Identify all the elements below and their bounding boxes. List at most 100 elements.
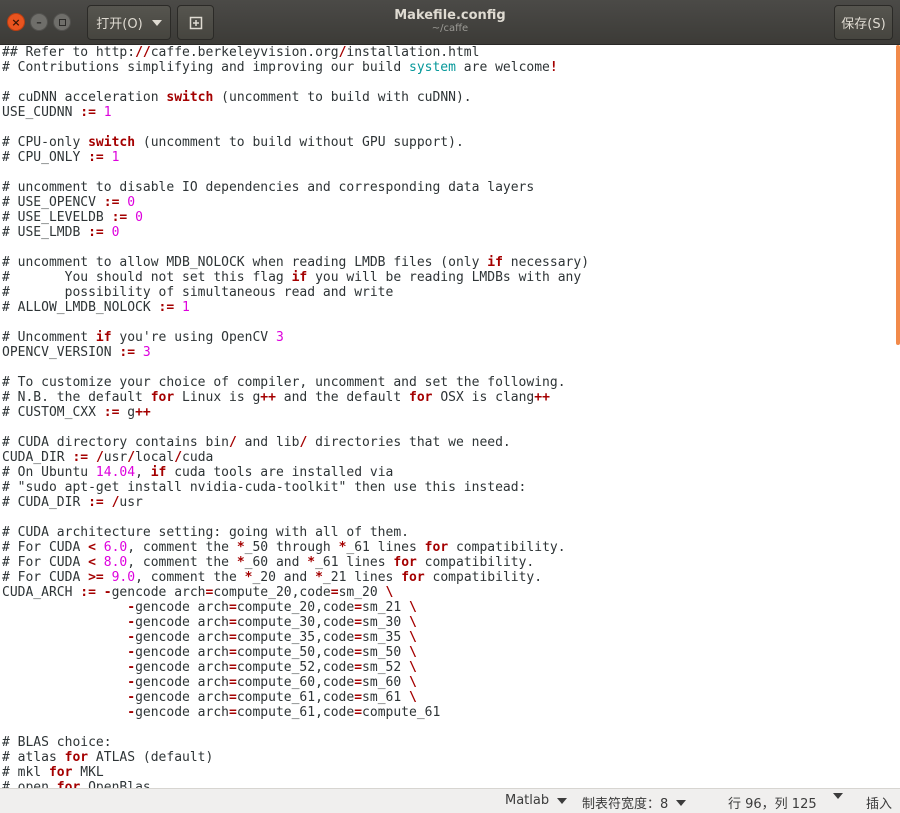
- code-token: =: [228, 690, 237, 705]
- code-token: 8.0: [103, 555, 128, 570]
- code-token: \: [409, 660, 417, 675]
- code-token: # USE_LEVELDB: [2, 210, 112, 225]
- text-editor[interactable]: ## Refer to http://caffe.berkeleyvision.…: [0, 45, 900, 788]
- code-line: # CUDA directory contains bin/ and lib/ …: [2, 435, 589, 450]
- code-token: for: [56, 780, 81, 788]
- code-token: 1: [111, 150, 120, 165]
- code-token: local: [135, 450, 175, 465]
- code-token: sm_21: [362, 600, 410, 615]
- code-token: =: [354, 600, 363, 615]
- code-token: :=: [72, 450, 89, 465]
- save-button[interactable]: 保存(S): [834, 5, 893, 40]
- code-token: -: [127, 600, 136, 615]
- code-token: =: [354, 705, 363, 720]
- code-view[interactable]: ## Refer to http://caffe.berkeleyvision.…: [2, 45, 589, 788]
- code-token: 3: [142, 345, 151, 360]
- code-token: :=: [88, 495, 104, 510]
- code-token: # Contributions simplifying and improvin…: [2, 60, 409, 75]
- tab-width-selector[interactable]: 制表符宽度：8: [582, 793, 687, 812]
- code-token: g: [119, 405, 136, 420]
- code-token: for: [401, 570, 425, 585]
- code-token: compute_50,code: [236, 645, 355, 660]
- code-token: ++: [135, 405, 151, 420]
- maximize-window-button[interactable]: [53, 13, 71, 31]
- code-token: for: [424, 540, 449, 555]
- code-token: *: [315, 570, 323, 585]
- code-token: MKL: [72, 765, 104, 780]
- code-token: sm_35: [362, 630, 410, 645]
- code-line: # open for OpenBlas: [2, 780, 589, 788]
- code-token: 1: [182, 300, 190, 315]
- close-window-button[interactable]: ×: [7, 13, 25, 31]
- position-menu-button[interactable]: [833, 793, 843, 799]
- code-token: =: [228, 675, 237, 690]
- code-token: -: [103, 585, 112, 600]
- code-token: *: [236, 540, 245, 555]
- window-title-block: Makefile.config ~/caffe: [300, 8, 600, 35]
- code-token: compute_20,code: [236, 600, 355, 615]
- code-token: gencode arch: [135, 645, 229, 660]
- code-token: :=: [80, 585, 96, 600]
- code-token: \: [409, 690, 417, 705]
- code-line: # For CUDA >= 9.0, comment the *_20 and …: [2, 570, 589, 585]
- code-token: =: [354, 615, 363, 630]
- code-line: # USE_LEVELDB := 0: [2, 210, 589, 225]
- code-token: =: [354, 645, 363, 660]
- code-token: usr: [103, 450, 128, 465]
- code-line: # For CUDA < 8.0, comment the *_60 and *…: [2, 555, 589, 570]
- minimize-window-button[interactable]: –: [30, 13, 48, 31]
- window-subtitle: ~/caffe: [431, 23, 469, 34]
- code-token: gencode arch: [135, 600, 229, 615]
- code-line: -gencode arch=compute_61,code=compute_61: [2, 705, 589, 720]
- code-token: # "sudo apt-get install nvidia-cuda-tool…: [2, 480, 527, 495]
- code-token: # On Ubuntu: [2, 465, 96, 480]
- code-token: sm_20: [338, 585, 386, 600]
- code-token: :=: [119, 345, 136, 360]
- status-bar: Matlab 制表符宽度：8 行 96，列 125 插入: [0, 788, 900, 813]
- code-token: cuda tools are installed via: [166, 465, 394, 480]
- language-selector[interactable]: Matlab: [505, 793, 568, 808]
- window-title: Makefile.config: [394, 8, 506, 23]
- code-line: # USE_OPENCV := 0: [2, 195, 589, 210]
- code-token: :=: [88, 150, 104, 165]
- code-token: =: [228, 645, 237, 660]
- code-token: , comment the: [127, 540, 237, 555]
- scrollbar-indicator[interactable]: [896, 45, 900, 345]
- code-token: , comment the: [127, 555, 237, 570]
- code-token: 1: [103, 105, 112, 120]
- cursor-position[interactable]: 行 96，列 125: [728, 793, 817, 812]
- open-button[interactable]: 打开(O): [87, 5, 171, 40]
- code-token: -: [127, 615, 136, 630]
- code-token: compatibility.: [424, 570, 543, 585]
- code-token: =: [228, 660, 237, 675]
- code-token: 6.0: [103, 540, 128, 555]
- code-line: # For CUDA < 6.0, comment the *_50 throu…: [2, 540, 589, 555]
- code-token: \: [409, 630, 417, 645]
- code-token: =: [354, 660, 363, 675]
- code-token: caffe.berkeleyvision.org: [150, 45, 339, 60]
- code-token: -: [127, 690, 136, 705]
- code-token: !: [549, 60, 558, 75]
- code-token: gencode arch: [135, 630, 229, 645]
- new-tab-button[interactable]: [177, 5, 214, 40]
- code-token: # uncomment to allow MDB_NOLOCK when rea…: [2, 255, 488, 270]
- code-token: -: [127, 630, 136, 645]
- code-token: # CUDA_DIR: [2, 495, 89, 510]
- chevron-down-icon: [676, 799, 687, 806]
- code-token: if: [150, 465, 167, 480]
- open-button-label: 打开(O): [96, 17, 143, 32]
- code-line: -gencode arch=compute_50,code=sm_50 \: [2, 645, 589, 660]
- code-line: # CUSTOM_CXX := g++: [2, 405, 589, 420]
- code-token: OSX is clang: [432, 390, 535, 405]
- code-token: USE_CUDNN: [2, 105, 81, 120]
- code-token: (uncomment to build without GPU support)…: [135, 135, 464, 150]
- code-token: compute_61,code: [236, 705, 355, 720]
- code-token: 0: [135, 210, 143, 225]
